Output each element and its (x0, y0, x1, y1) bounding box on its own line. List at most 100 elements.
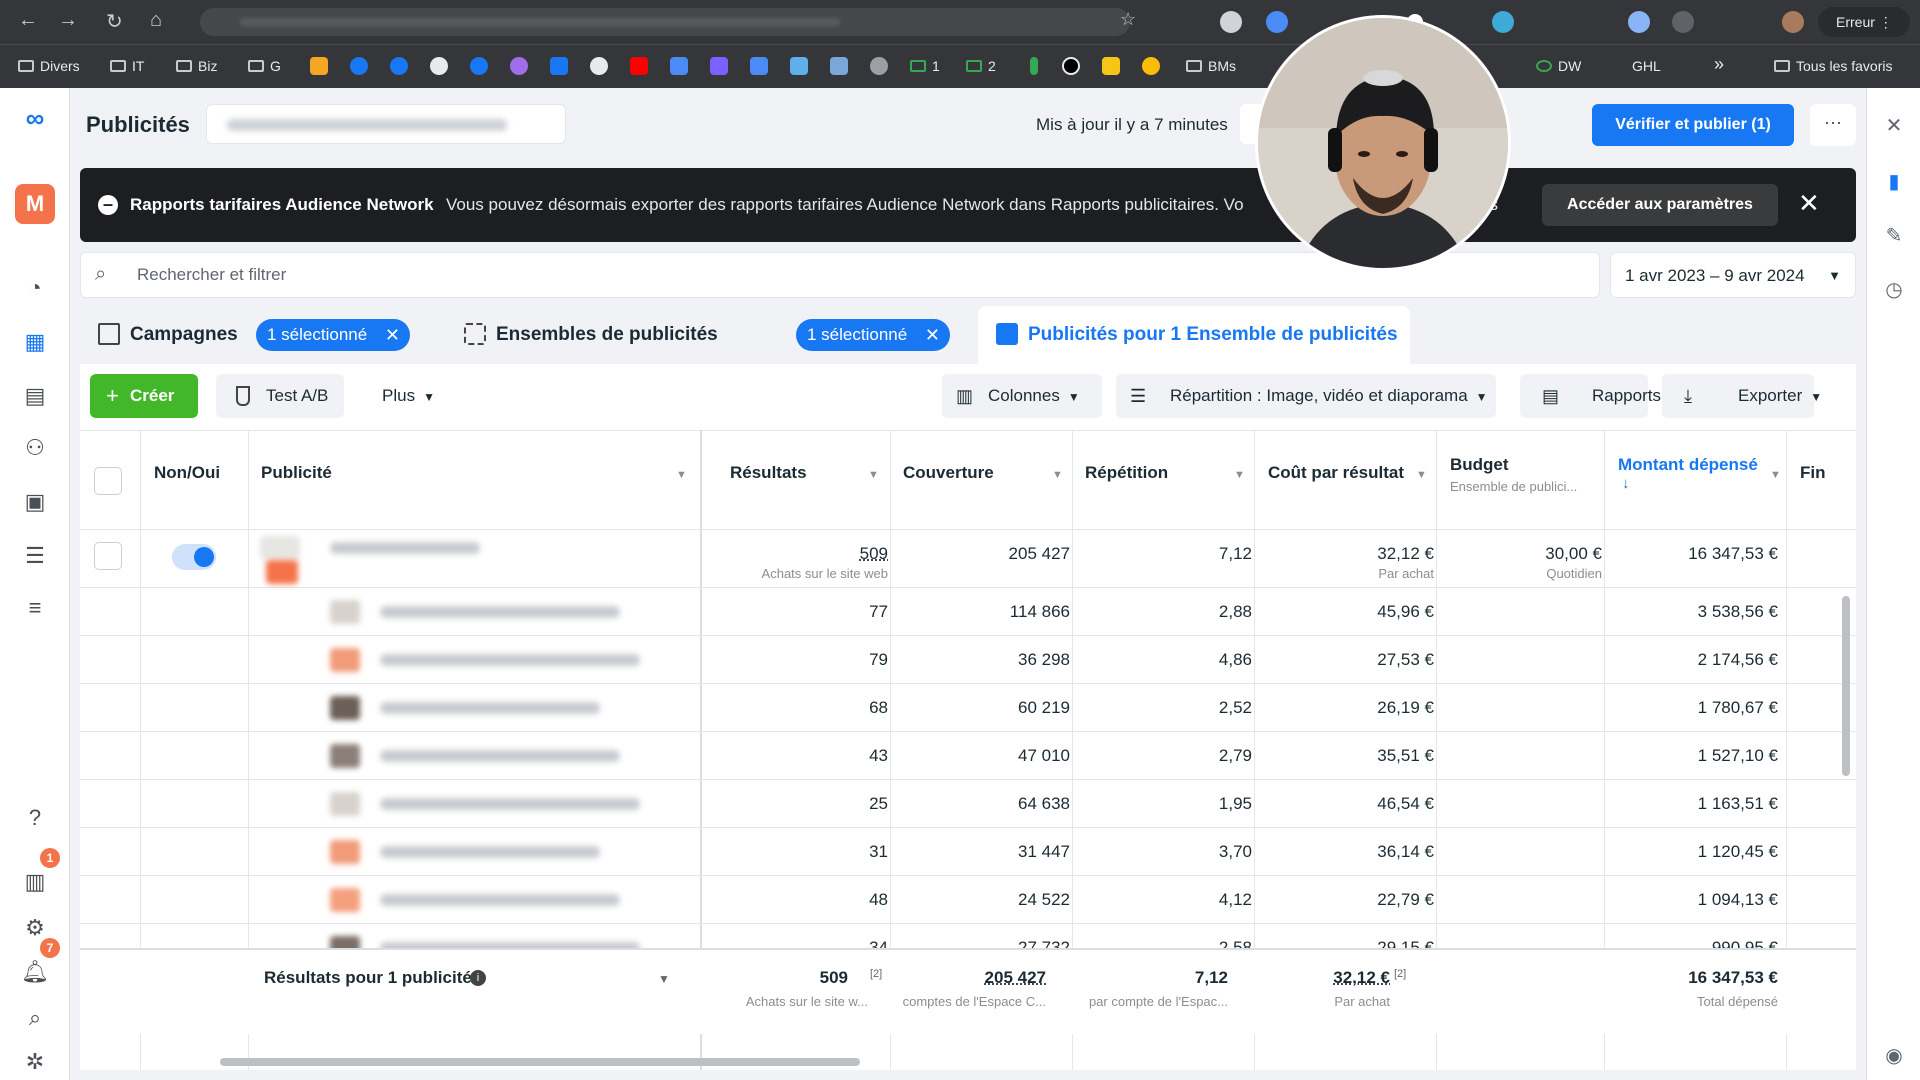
bookmark-item[interactable]: 1 (910, 58, 940, 74)
table-row[interactable]: 31 31 447 3,70 36,14 € 1 120,45 € (80, 828, 1856, 876)
bookmark-folder[interactable]: IT (110, 58, 144, 74)
more-button[interactable]: Plus ▼ (366, 374, 442, 418)
bookmark-folder[interactable]: Divers (18, 58, 80, 74)
column-header-ad[interactable]: Publicité (261, 463, 332, 483)
selection-pill[interactable]: 1 sélectionné ✕ (796, 319, 950, 351)
cell-budget[interactable]: 30,00 € (1545, 544, 1602, 564)
extension-icon[interactable] (1628, 11, 1650, 33)
bookmark-icon[interactable] (390, 57, 408, 75)
ad-status-toggle[interactable] (172, 544, 216, 570)
reports-button[interactable]: ▤Rapports▼ (1520, 374, 1681, 418)
ab-test-button[interactable]: Test A/B (216, 374, 344, 418)
table-row[interactable]: 43 47 010 2,79 35,51 € 1 527,10 € (80, 732, 1856, 780)
bookmark-icon[interactable] (790, 57, 808, 75)
catalog-icon[interactable]: ☰ (21, 542, 49, 570)
close-icon[interactable]: ✕ (925, 319, 940, 351)
select-all-checkbox[interactable] (94, 467, 122, 495)
column-header-results[interactable]: Résultats (730, 463, 807, 483)
reload-icon[interactable]: ↻ (106, 9, 123, 34)
youtube-icon[interactable] (630, 57, 648, 75)
messenger-icon[interactable] (510, 57, 528, 75)
table-row[interactable]: 79 36 298 4,86 27,53 € 2 174,56 € (80, 636, 1856, 684)
bookmark-icon[interactable] (590, 57, 608, 75)
back-icon[interactable]: ← (18, 9, 38, 32)
breakdown-button[interactable]: ☰ Répartition : Image, vidéo et diaporama… (1116, 374, 1496, 418)
more-options-button[interactable]: ··· (1810, 104, 1856, 146)
ad-name-redacted[interactable] (330, 542, 480, 554)
ads-manager-grid-icon[interactable]: ▦ (21, 328, 49, 356)
facebook-icon[interactable] (470, 57, 488, 75)
sort-caret-icon[interactable]: ▼ (1052, 469, 1063, 481)
extension-icon[interactable] (1220, 11, 1242, 33)
bookmark-folder[interactable]: G (248, 58, 281, 74)
info-icon[interactable]: i (470, 970, 486, 986)
date-range-picker[interactable]: 1 avr 2023 – 9 avr 2024 ▼ (1610, 252, 1856, 298)
bookmark-icon[interactable] (1102, 57, 1120, 75)
pages-icon[interactable]: ▤ (21, 382, 49, 410)
columns-button[interactable]: ▥ Colonnes ▼ (942, 374, 1102, 418)
column-header-amount-spent[interactable]: Montant dépensé (1618, 455, 1758, 475)
edit-icon[interactable]: ✎ (1882, 224, 1906, 248)
chat-icon[interactable]: ◉ (1882, 1044, 1906, 1068)
column-header-reach[interactable]: Couverture (903, 463, 994, 483)
ad-name-redacted[interactable] (380, 798, 640, 810)
ad-name-redacted[interactable] (380, 846, 600, 858)
history-icon[interactable]: ◷ (1882, 278, 1906, 302)
close-panel-icon[interactable]: ✕ (1882, 114, 1906, 138)
bookmark-icon[interactable] (870, 57, 888, 75)
bug-report-icon[interactable]: ✲ (21, 1048, 49, 1076)
bookmark-icon[interactable] (1030, 57, 1038, 75)
table-row[interactable]: 48 24 522 4,12 22,79 € 1 094,13 € (80, 876, 1856, 924)
bookmark-item[interactable]: DW (1536, 58, 1581, 74)
bookmark-item[interactable]: 2 (966, 58, 996, 74)
search-icon[interactable]: ⌕ (21, 1004, 49, 1032)
profile-error-button[interactable]: Erreur ⋮ (1818, 7, 1910, 37)
create-button[interactable]: + Créer (90, 374, 198, 418)
menu-icon[interactable]: ≡ (21, 594, 49, 622)
forward-icon[interactable]: → (58, 9, 78, 32)
bookmark-item[interactable]: GHL (1632, 58, 1661, 74)
account-avatar[interactable]: M (15, 184, 55, 224)
home-icon[interactable]: ⌂ (150, 9, 162, 32)
column-header-onoff[interactable]: Non/Oui (154, 463, 220, 483)
puzzle-icon[interactable] (1672, 11, 1694, 33)
table-row[interactable]: 509 Achats sur le site web 205 427 7,12 32,1… (80, 530, 1856, 588)
ad-name-redacted[interactable] (380, 750, 620, 762)
profile-avatar[interactable] (1782, 11, 1804, 33)
chevron-down-icon[interactable]: ▼ (658, 972, 670, 986)
bookmark-icon[interactable] (550, 57, 568, 75)
go-to-settings-button[interactable]: Accéder aux paramètres (1542, 184, 1778, 226)
dashboard-icon[interactable]: ◔ (21, 274, 49, 302)
settings-icon[interactable]: ⚙ (21, 914, 49, 942)
star-icon[interactable]: ☆ (1120, 9, 1136, 30)
selection-pill[interactable]: 1 sélectionné ✕ (256, 319, 410, 351)
bookmark-icon[interactable] (350, 57, 368, 75)
row-checkbox[interactable] (94, 542, 122, 570)
chevron-right-icon[interactable]: » (1714, 54, 1724, 75)
sort-down-arrow-icon[interactable]: ↓ (1622, 475, 1630, 492)
audiences-icon[interactable]: ⚇ (21, 434, 49, 462)
export-button[interactable]: ⤓ Exporter ▼ (1662, 374, 1822, 418)
ad-name-redacted[interactable] (380, 894, 620, 906)
bookmark-folder[interactable]: Tous les favoris (1774, 58, 1892, 74)
bookmark-icon[interactable] (310, 57, 328, 75)
chart-icon[interactable]: ▮ (1882, 170, 1906, 194)
sort-caret-icon[interactable]: ▼ (1416, 469, 1427, 481)
close-icon[interactable]: ✕ (385, 319, 400, 351)
ad-name-redacted[interactable] (380, 654, 640, 666)
ad-name-redacted[interactable] (380, 606, 620, 618)
meta-logo-icon[interactable]: ∞ (21, 104, 49, 132)
column-header-cost-per-result[interactable]: Coût par résultat (1268, 463, 1404, 483)
bell-icon[interactable]: 🔔︎ (21, 958, 49, 986)
column-header-frequency[interactable]: Répétition (1085, 463, 1168, 483)
bookmark-folder[interactable]: Biz (176, 58, 217, 74)
sort-caret-icon[interactable]: ▼ (1234, 469, 1245, 481)
extension-icon[interactable] (1266, 11, 1288, 33)
close-icon[interactable]: ✕ (1798, 188, 1820, 219)
extension-icon[interactable] (1492, 11, 1514, 33)
tab-ad-sets[interactable]: Ensembles de publicités 1 sélectionné ✕ (446, 306, 968, 364)
bookmark-icon[interactable] (430, 57, 448, 75)
table-row[interactable]: 68 60 219 2,52 26,19 € 1 780,67 € (80, 684, 1856, 732)
column-header-end[interactable]: Fin (1800, 463, 1826, 483)
bookmark-folder[interactable]: BMs (1186, 58, 1236, 74)
